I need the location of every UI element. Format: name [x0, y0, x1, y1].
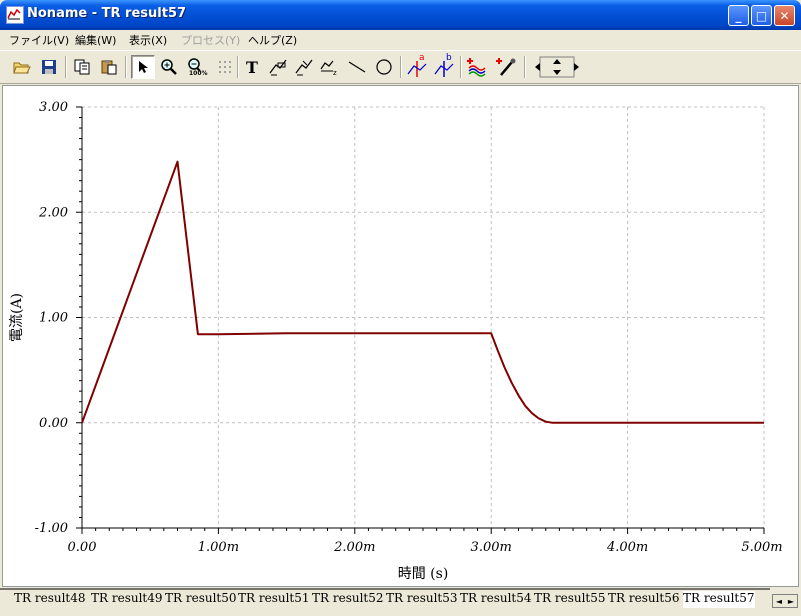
x-tick-label: 3.00m: [471, 540, 512, 555]
tab-tr-result57[interactable]: TR result57: [683, 591, 755, 608]
tab-tr-result55[interactable]: TR result55: [534, 591, 606, 608]
x-axis-label: 時間 (s): [398, 566, 449, 582]
maximize-icon: □: [755, 8, 768, 23]
y-tick-label: 1.00: [39, 311, 68, 326]
tab-tr-result54[interactable]: TR result54: [460, 591, 532, 608]
zoom-in-icon[interactable]: [157, 55, 181, 79]
line-icon[interactable]: [345, 55, 369, 79]
svg-text:z: z: [333, 69, 337, 77]
x-tick-label: 4.00m: [606, 540, 648, 555]
chart-ticks: 0.00 1.00m 2.00m 3.00m 4.00m 5.00m-1.000.001.…: [35, 100, 783, 555]
toolbar-separator: [400, 56, 402, 78]
menu-bar: ファイル(V) 編集(W) 表示(X) プロセス(Y) ヘルプ(Z): [0, 30, 801, 49]
application-window: Noname - TR result57 _ □ ✕ ファイル(V) 編集(W)…: [0, 0, 801, 616]
tab-scroll-arrows: ◄ ►: [772, 594, 798, 608]
y-tick-label: -1.00: [35, 521, 68, 536]
zoom-100-icon[interactable]: 100%: [184, 55, 208, 79]
result-tabs: TR result48 TR result49 TR result50 TR r…: [0, 588, 801, 616]
toolbar-separator: [460, 56, 462, 78]
open-folder-icon[interactable]: [10, 55, 34, 79]
tab-tr-result56[interactable]: TR result56: [608, 591, 680, 608]
cursor-b-label: b: [446, 53, 452, 63]
paste-icon[interactable]: [97, 55, 121, 79]
chart-panel[interactable]: 0.00 1.00m 2.00m 3.00m 4.00m 5.00m -1.00 0.00 1.…: [2, 85, 799, 587]
pointer-icon[interactable]: [131, 55, 155, 79]
y-axis-label: 電流(A): [9, 293, 25, 342]
cursor-label-icon[interactable]: [266, 55, 290, 79]
tab-tr-result48[interactable]: TR result48: [14, 591, 86, 608]
tab-tr-result49[interactable]: TR result49: [91, 591, 163, 608]
chart-grid: [82, 106, 765, 528]
app-icon[interactable]: [6, 6, 24, 24]
x-tick-label: 2.00m: [333, 540, 375, 555]
zoom-100-label: 100%: [189, 70, 208, 77]
tab-scroll-left-icon[interactable]: ◄: [776, 597, 782, 606]
probe-add-icon[interactable]: [494, 55, 518, 79]
menu-view[interactable]: 表示(X): [129, 32, 167, 48]
cursor-label-3-icon[interactable]: z: [318, 55, 342, 79]
current-series-line: [81, 160, 764, 424]
toolbar-separator: [125, 56, 127, 78]
x-tick-label: 1.00m: [198, 540, 239, 555]
menu-process[interactable]: プロセス(Y): [181, 32, 240, 48]
x-tick-label: 5.00m: [741, 540, 782, 555]
y-tick-label: 3.00: [39, 100, 68, 115]
toolbar-separator: [65, 56, 67, 78]
chart-series: [81, 160, 764, 424]
maximize-button[interactable]: □: [751, 5, 772, 26]
menu-file[interactable]: ファイル(V): [9, 32, 69, 48]
tab-tr-result52[interactable]: TR result52: [312, 591, 384, 608]
title-bar[interactable]: Noname - TR result57 _ □ ✕: [0, 0, 801, 30]
cursor-a-label: a: [419, 53, 425, 63]
transient-chart[interactable]: 0.00 1.00m 2.00m 3.00m 4.00m 5.00m-1.000.001.…: [3, 86, 798, 586]
y-tick-label: 0.00: [39, 416, 68, 431]
grid-icon[interactable]: [213, 55, 237, 79]
tab-scroll-right-icon[interactable]: ►: [788, 597, 794, 606]
close-button[interactable]: ✕: [774, 5, 795, 26]
tab-tr-result51[interactable]: TR result51: [238, 591, 310, 608]
wave-add-icon[interactable]: [465, 55, 489, 79]
minimize-button[interactable]: _: [728, 5, 749, 26]
copy-icon[interactable]: [70, 55, 94, 79]
close-icon: ✕: [779, 8, 790, 23]
toolbar-separator: [524, 56, 526, 78]
cursor-b-icon[interactable]: b: [432, 53, 456, 79]
tab-tr-result50[interactable]: TR result50: [165, 591, 237, 608]
cursor-label-2-icon[interactable]: [292, 55, 316, 79]
x-tick-label: 0.00: [68, 540, 97, 555]
save-icon[interactable]: [37, 55, 61, 79]
minimize-icon: _: [735, 8, 742, 23]
toolbar-separator: [237, 56, 239, 78]
toolbar: 100% T z a b: [0, 50, 801, 84]
y-tick-label: 2.00: [38, 205, 68, 220]
move-arrows-icon[interactable]: [531, 55, 583, 79]
window-title: Noname - TR result57: [27, 6, 187, 21]
text-icon[interactable]: T: [240, 55, 264, 79]
tab-tr-result53[interactable]: TR result53: [386, 591, 458, 608]
menu-edit[interactable]: 編集(W): [75, 32, 116, 48]
circle-icon[interactable]: [372, 55, 396, 79]
menu-help[interactable]: ヘルプ(Z): [248, 32, 297, 48]
cursor-a-icon[interactable]: a: [405, 53, 429, 79]
text-tool-label: T: [246, 57, 258, 77]
